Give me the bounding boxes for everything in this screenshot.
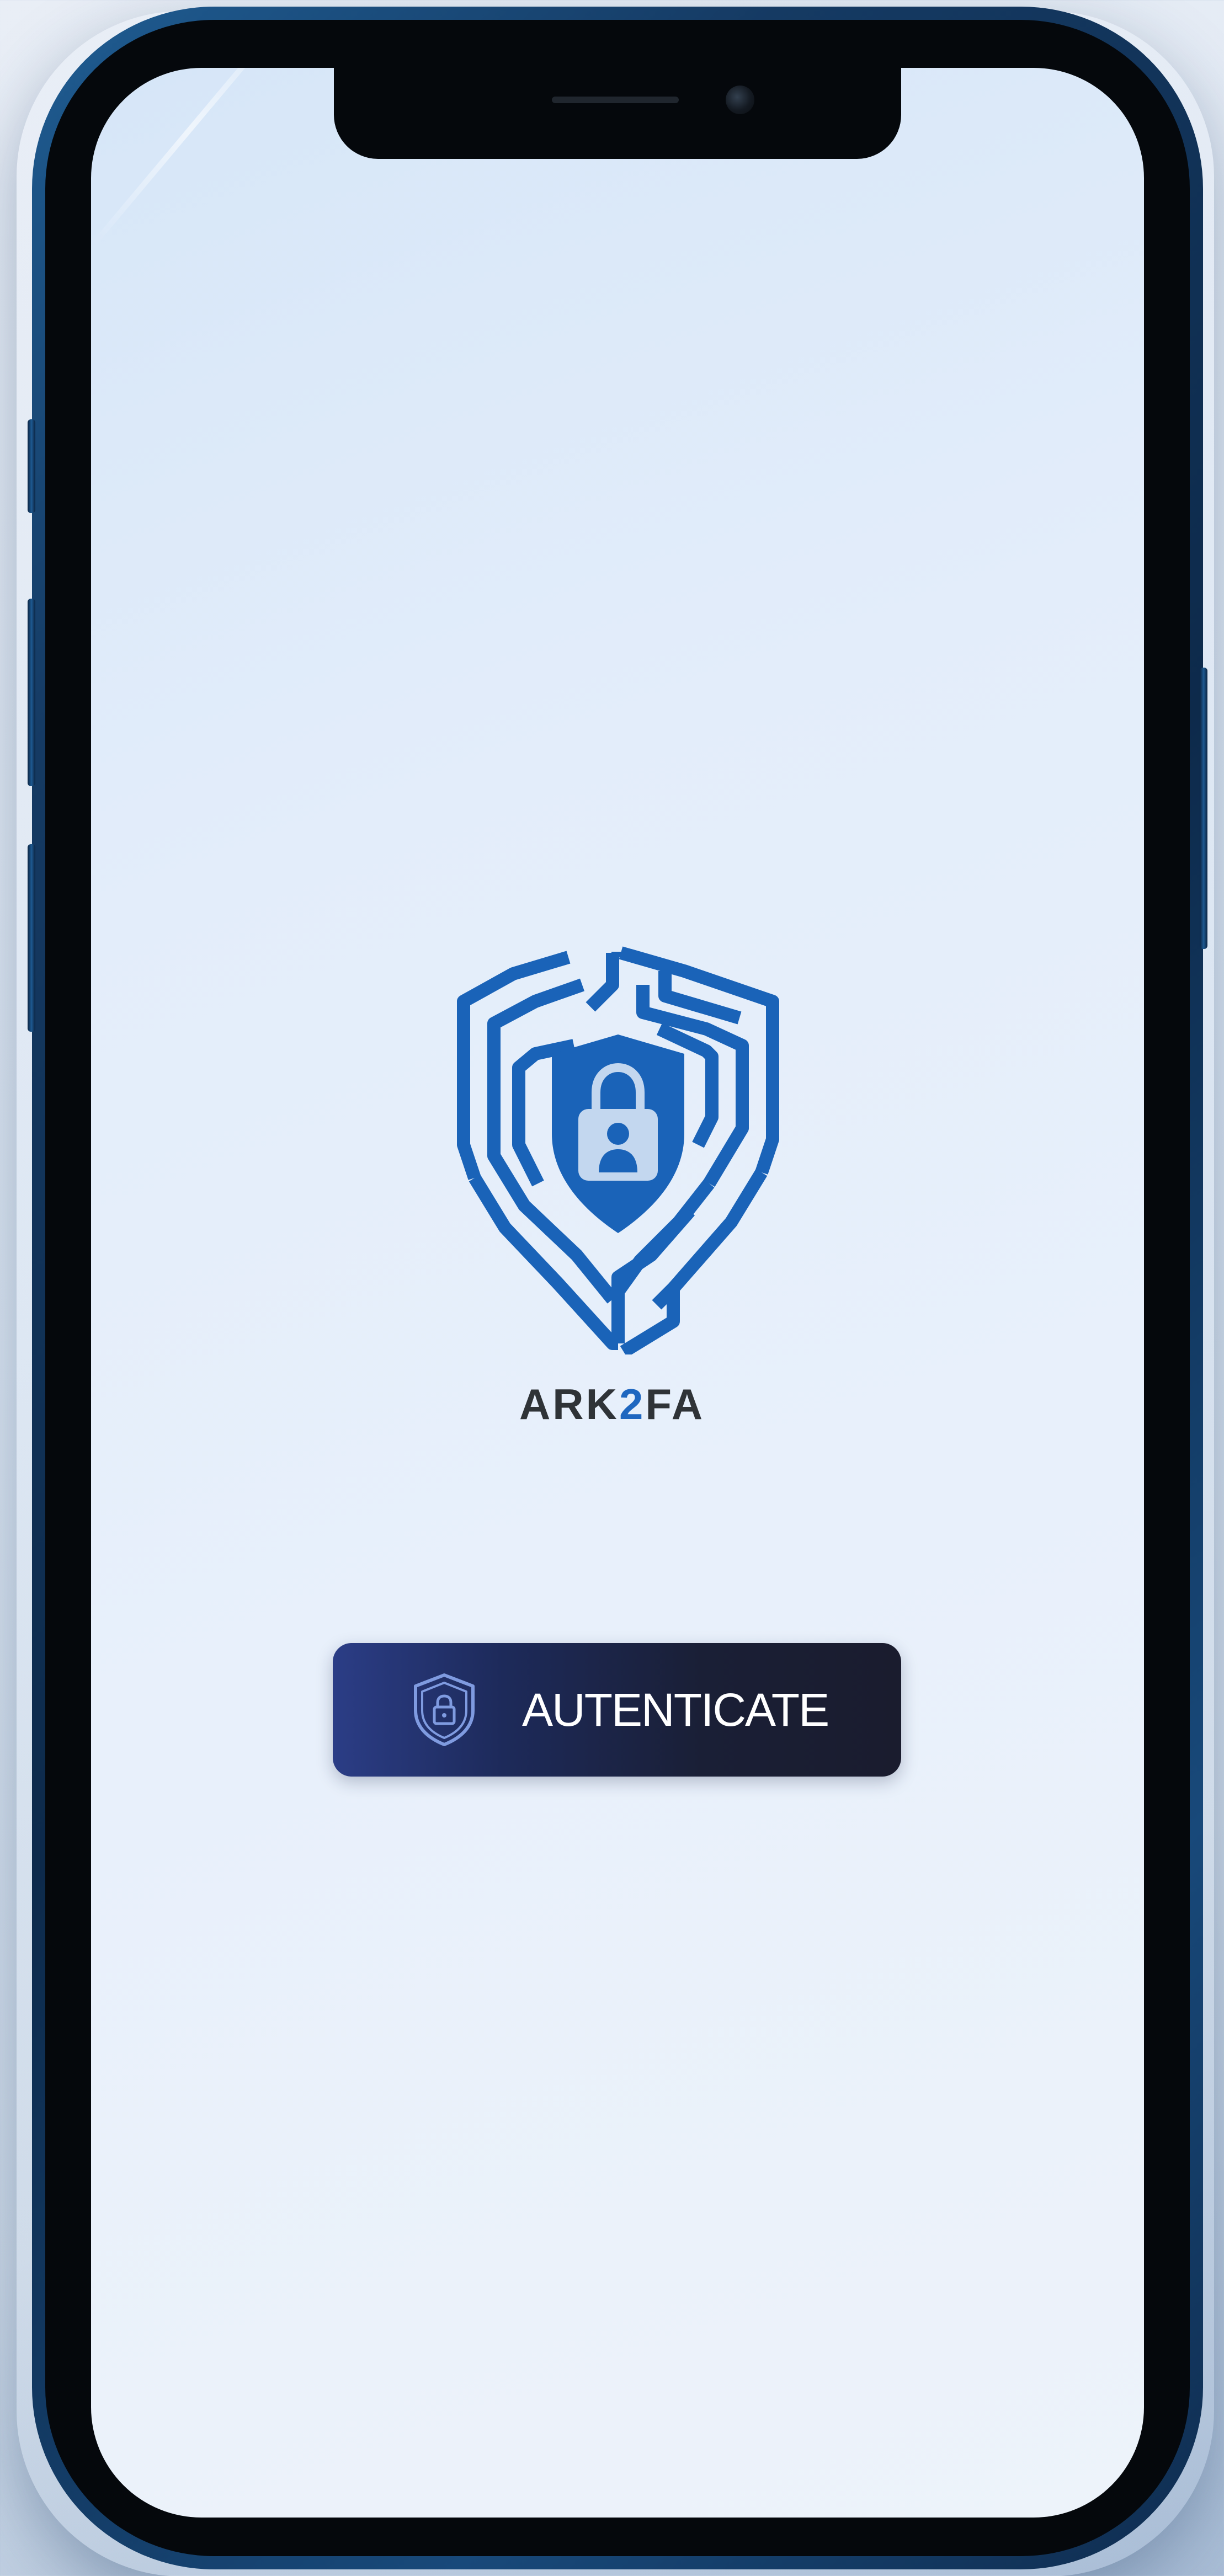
brand-wordmark: ARK2FA [0, 1379, 1224, 1430]
brand-suffix: FA [645, 1380, 705, 1428]
front-camera [726, 86, 754, 114]
volume-up-button [28, 599, 35, 786]
mute-switch [28, 419, 35, 513]
authenticate-button-label: AUTENTICATE [522, 1684, 829, 1736]
power-button [1200, 668, 1207, 949]
shield-lock-user-icon [457, 946, 779, 1354]
shield-lock-icon [414, 1673, 475, 1746]
volume-down-button [28, 844, 35, 1032]
earpiece-speaker [552, 97, 679, 103]
brand-accent: 2 [619, 1380, 646, 1428]
device-notch [334, 68, 901, 159]
brand-prefix: ARK [519, 1380, 619, 1428]
authenticate-button[interactable]: AUTENTICATE [333, 1643, 901, 1777]
